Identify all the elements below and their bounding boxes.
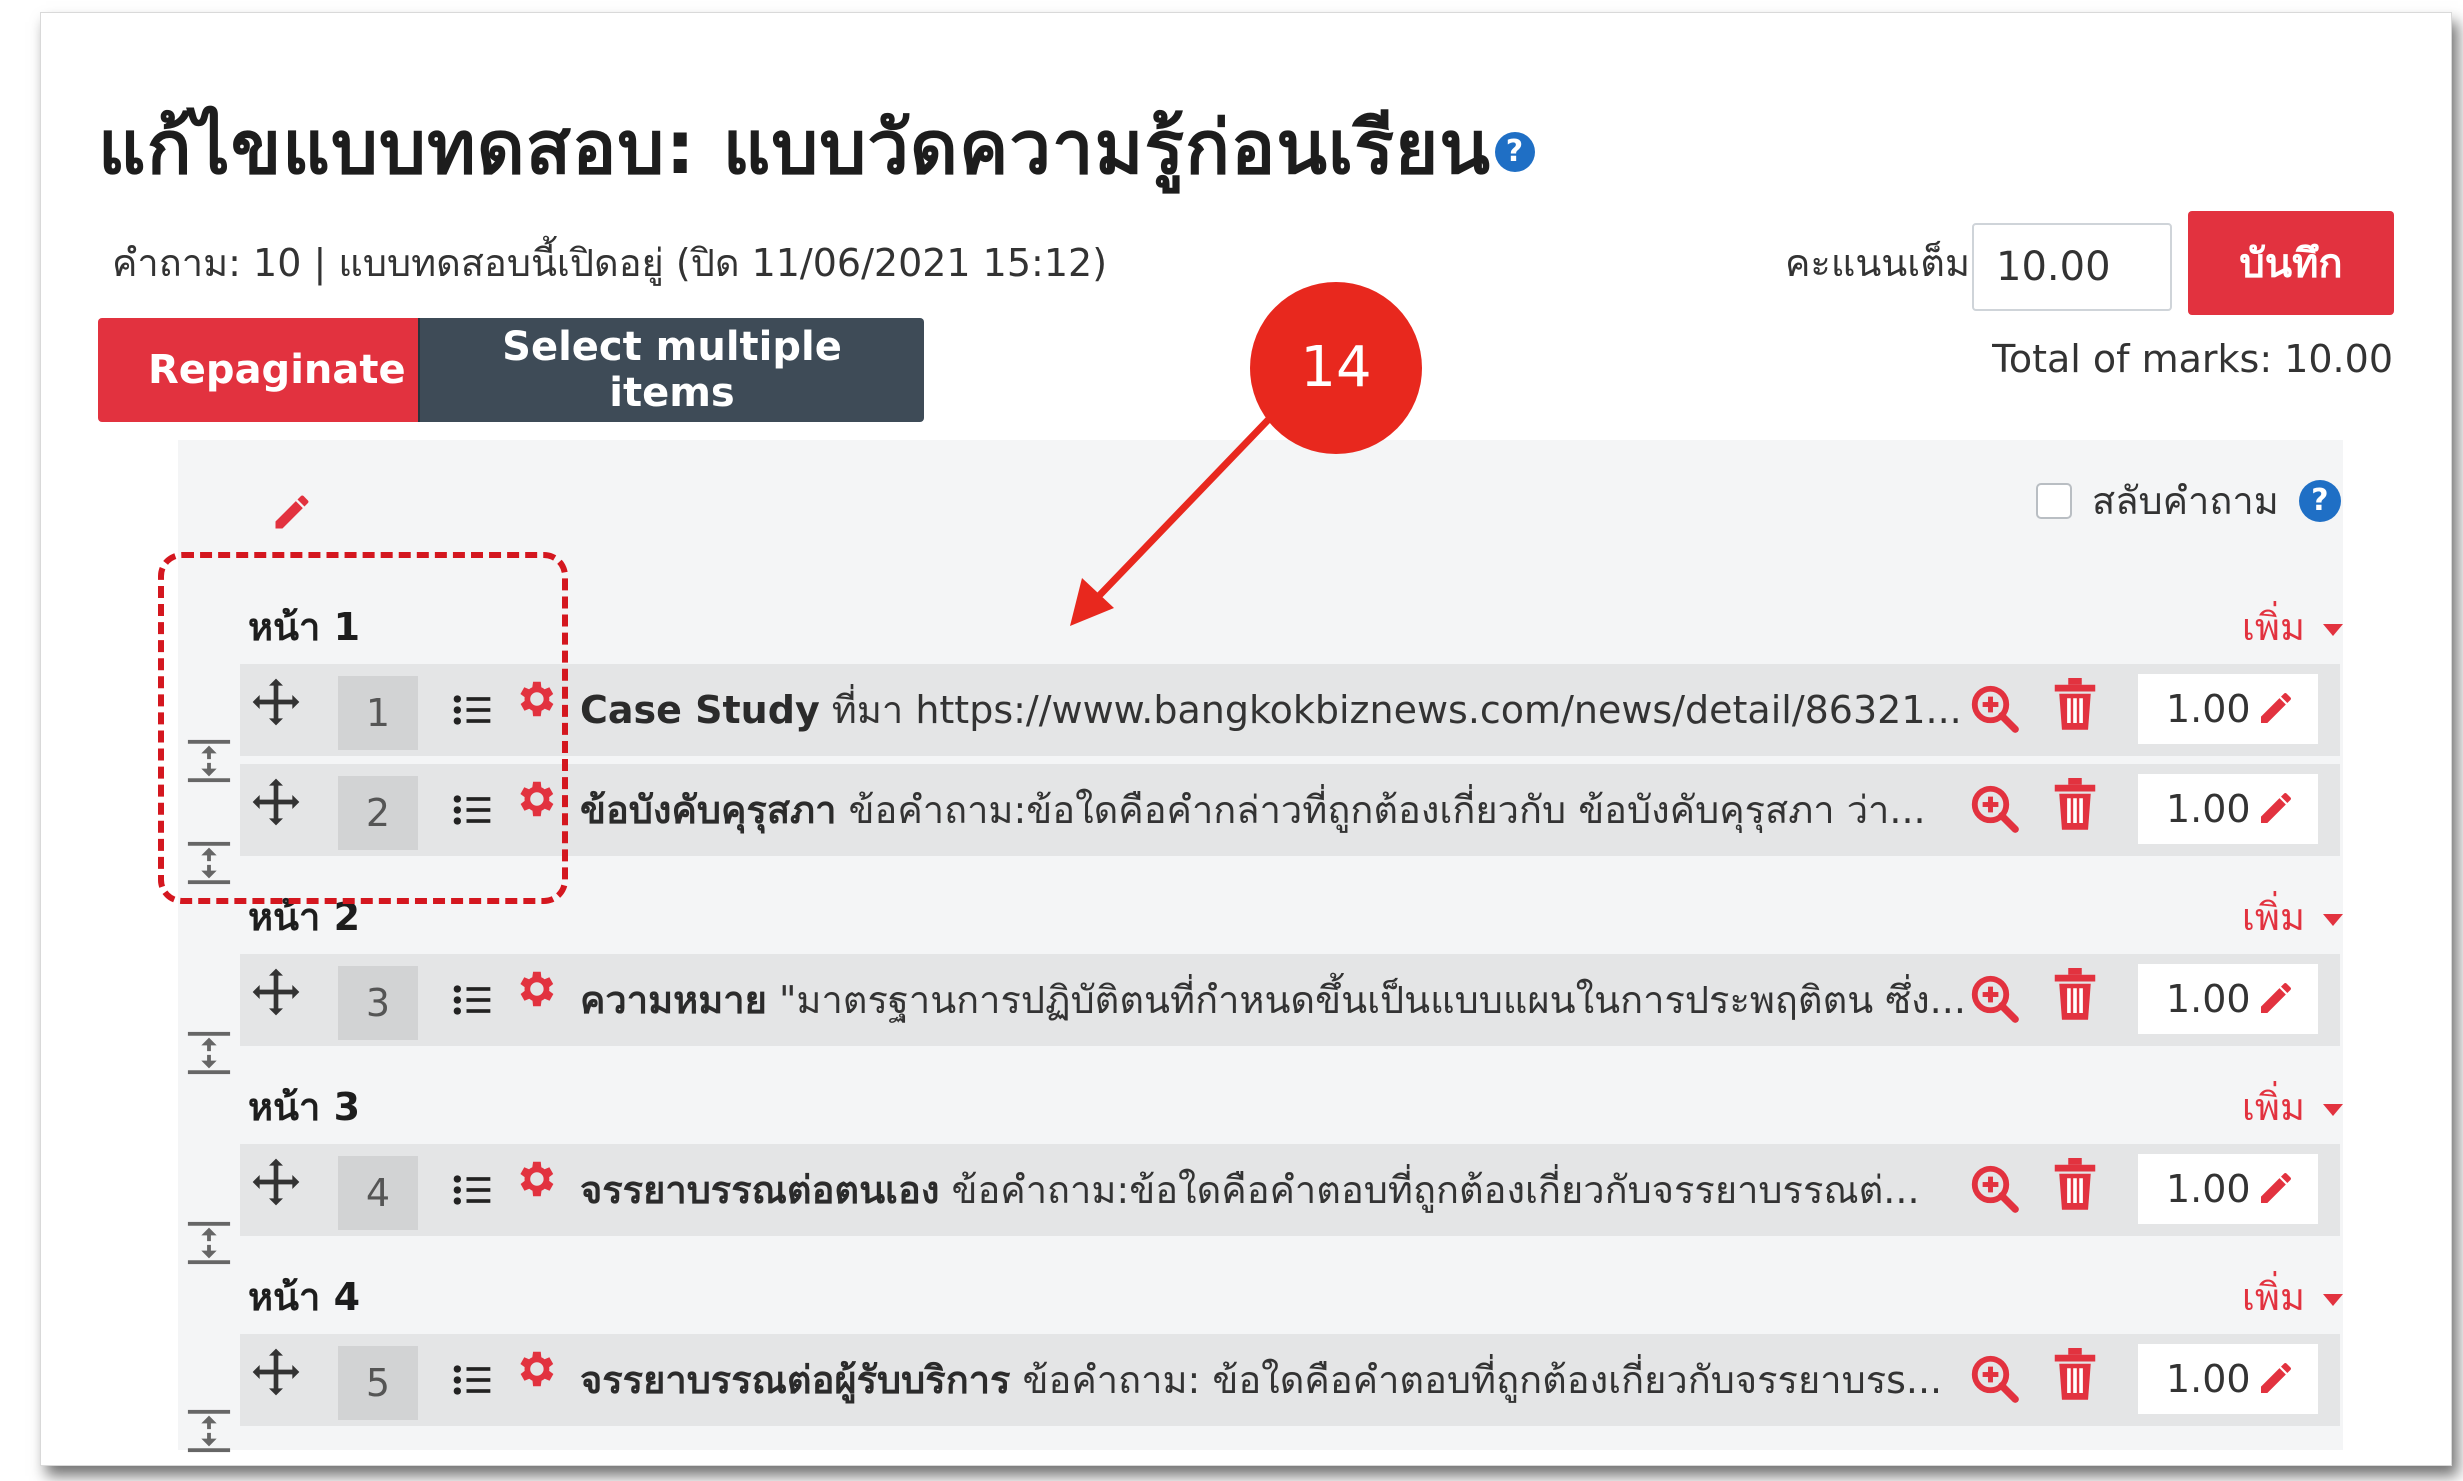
callout-badge: 14 [1250,282,1422,454]
callout-arrow [1070,416,1272,626]
